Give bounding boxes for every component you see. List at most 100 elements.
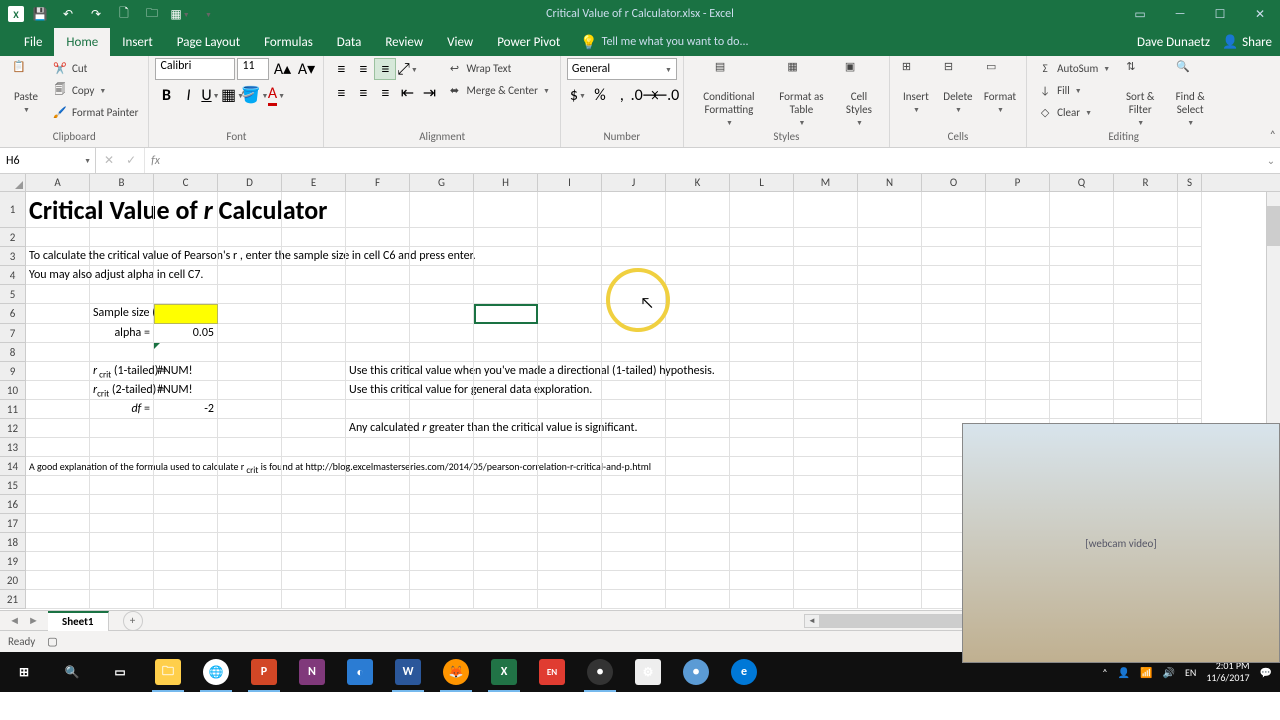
share-button[interactable]: 👤 Share — [1222, 35, 1272, 50]
row-header-18[interactable]: 18 — [0, 533, 26, 552]
row-header-12[interactable]: 12 — [0, 419, 26, 438]
clear-button[interactable]: ◇Clear▼ — [1033, 102, 1114, 122]
app-button-1[interactable]: ◐ — [336, 652, 384, 692]
tray-people-icon[interactable]: 👤 — [1118, 666, 1130, 679]
cell-C7[interactable]: 0.05 — [154, 324, 218, 343]
align-bottom-button[interactable]: ≡ — [374, 58, 396, 80]
fill-color-button[interactable]: 🪣▼ — [243, 84, 265, 106]
endnote-button[interactable]: EN — [528, 652, 576, 692]
row-header-10[interactable]: 10 — [0, 381, 26, 400]
cell-C10[interactable]: #NUM! — [154, 381, 218, 400]
decrease-decimal-button[interactable]: ←.0 — [655, 84, 677, 106]
menu-review[interactable]: Review — [373, 28, 435, 56]
col-header-O[interactable]: O — [922, 174, 986, 191]
cell-F10[interactable]: Use this critical value for general data… — [346, 381, 410, 400]
firefox-button[interactable]: 🦊 — [432, 652, 480, 692]
save-button[interactable]: 💾 — [28, 2, 52, 26]
comma-button[interactable]: , — [611, 84, 633, 106]
qat-button-2[interactable]: 🗀 — [140, 2, 164, 26]
number-format-select[interactable]: General▼ — [567, 58, 677, 80]
row-header-1[interactable]: 1 — [0, 192, 26, 228]
fill-button[interactable]: ↓Fill▼ — [1033, 80, 1114, 100]
excel-taskbar-button[interactable]: X — [480, 652, 528, 692]
minimize-button[interactable]: — — [1160, 0, 1200, 28]
font-color-button[interactable]: A▼ — [265, 84, 287, 106]
col-header-M[interactable]: M — [794, 174, 858, 191]
wrap-text-button[interactable]: ↩Wrap Text — [442, 58, 553, 78]
col-header-J[interactable]: J — [602, 174, 666, 191]
cell-B7[interactable]: alpha = — [90, 324, 154, 343]
col-header-N[interactable]: N — [858, 174, 922, 191]
cell-styles-button[interactable]: ▣Cell Styles▼ — [835, 58, 883, 129]
decrease-font-button[interactable]: A▾ — [295, 58, 317, 80]
start-button[interactable]: ⊞ — [0, 652, 48, 692]
increase-decimal-button[interactable]: .0→ — [633, 84, 655, 106]
cell-B6[interactable]: Sample size (n )= — [90, 304, 154, 324]
col-header-C[interactable]: C — [154, 174, 218, 191]
find-select-button[interactable]: 🔍Find & Select▼ — [1166, 58, 1214, 129]
app-button-2[interactable]: ● — [576, 652, 624, 692]
app-button-3[interactable]: ⚙ — [624, 652, 672, 692]
cell-F9[interactable]: Use this critical value when you've made… — [346, 362, 410, 381]
percent-button[interactable]: % — [589, 84, 611, 106]
qat-button-1[interactable]: 🗋 — [112, 2, 136, 26]
tray-volume-icon[interactable]: 🔊 — [1163, 666, 1175, 679]
decrease-indent-button[interactable]: ⇤ — [396, 82, 418, 104]
formula-bar-input[interactable] — [166, 148, 1262, 173]
row-header-15[interactable]: 15 — [0, 476, 26, 495]
menu-file[interactable]: File — [12, 28, 54, 56]
row-header-16[interactable]: 16 — [0, 495, 26, 514]
cell-B11[interactable]: df = — [90, 400, 154, 419]
format-painter-button[interactable]: 🖌️Format Painter — [48, 102, 142, 122]
hscroll-left[interactable]: ◄ — [805, 615, 819, 627]
vscroll-thumb[interactable] — [1267, 206, 1280, 246]
menu-data[interactable]: Data — [325, 28, 374, 56]
col-header-B[interactable]: B — [90, 174, 154, 191]
row-header-5[interactable]: 5 — [0, 285, 26, 304]
menu-view[interactable]: View — [435, 28, 485, 56]
col-header-K[interactable]: K — [666, 174, 730, 191]
cell-C9[interactable]: #NUM! — [154, 362, 218, 381]
taskbar-clock[interactable]: 2:01 PM 11/6/2017 — [1206, 660, 1249, 684]
close-button[interactable]: ✕ — [1240, 0, 1280, 28]
menu-home[interactable]: Home — [54, 28, 110, 56]
enter-formula-button[interactable]: ✓ — [126, 153, 136, 168]
row-header-20[interactable]: 20 — [0, 571, 26, 590]
edge-button[interactable]: e — [720, 652, 768, 692]
cell-B9[interactable]: r crit (1-tailed) = — [90, 362, 154, 381]
align-left-button[interactable]: ≡ — [330, 82, 352, 104]
col-header-Q[interactable]: Q — [1050, 174, 1114, 191]
user-name[interactable]: Dave Dunaetz — [1137, 35, 1210, 50]
sheet-tab-1[interactable]: Sheet1 — [48, 611, 109, 631]
ribbon-display-icon[interactable]: ▭ — [1120, 0, 1160, 28]
col-header-D[interactable]: D — [218, 174, 282, 191]
align-right-button[interactable]: ≡ — [374, 82, 396, 104]
select-all-button[interactable] — [0, 174, 26, 191]
col-header-H[interactable]: H — [474, 174, 538, 191]
sheet-nav-next[interactable]: ► — [28, 614, 39, 627]
powerpoint-button[interactable]: P — [240, 652, 288, 692]
insert-cells-button[interactable]: ⊞Insert▼ — [896, 58, 936, 116]
row-header-2[interactable]: 2 — [0, 228, 26, 247]
increase-indent-button[interactable]: ⇥ — [418, 82, 440, 104]
cell-A4[interactable]: You may also adjust alpha in cell C7. — [26, 266, 90, 285]
col-header-I[interactable]: I — [538, 174, 602, 191]
word-button[interactable]: W — [384, 652, 432, 692]
cell-C11[interactable]: -2 — [154, 400, 218, 419]
name-box[interactable]: H6▼ — [0, 148, 96, 173]
row-header-14[interactable]: 14 — [0, 457, 26, 476]
row-header-9[interactable]: 9 — [0, 362, 26, 381]
increase-font-button[interactable]: A▴ — [271, 58, 293, 80]
format-as-table-button[interactable]: ▦Format as Table▼ — [770, 58, 833, 129]
cell-C6[interactable] — [154, 304, 218, 324]
row-header-13[interactable]: 13 — [0, 438, 26, 457]
row-header-21[interactable]: 21 — [0, 590, 26, 609]
task-view-button[interactable]: ▭ — [96, 652, 144, 692]
menu-page-layout[interactable]: Page Layout — [165, 28, 252, 56]
redo-button[interactable]: ↷ — [84, 2, 108, 26]
col-header-F[interactable]: F — [346, 174, 410, 191]
cell-A1[interactable]: Critical Value of r Calculator — [26, 192, 90, 228]
col-header-R[interactable]: R — [1114, 174, 1178, 191]
bold-button[interactable]: B — [155, 84, 177, 106]
cut-button[interactable]: ✂️Cut — [48, 58, 142, 78]
